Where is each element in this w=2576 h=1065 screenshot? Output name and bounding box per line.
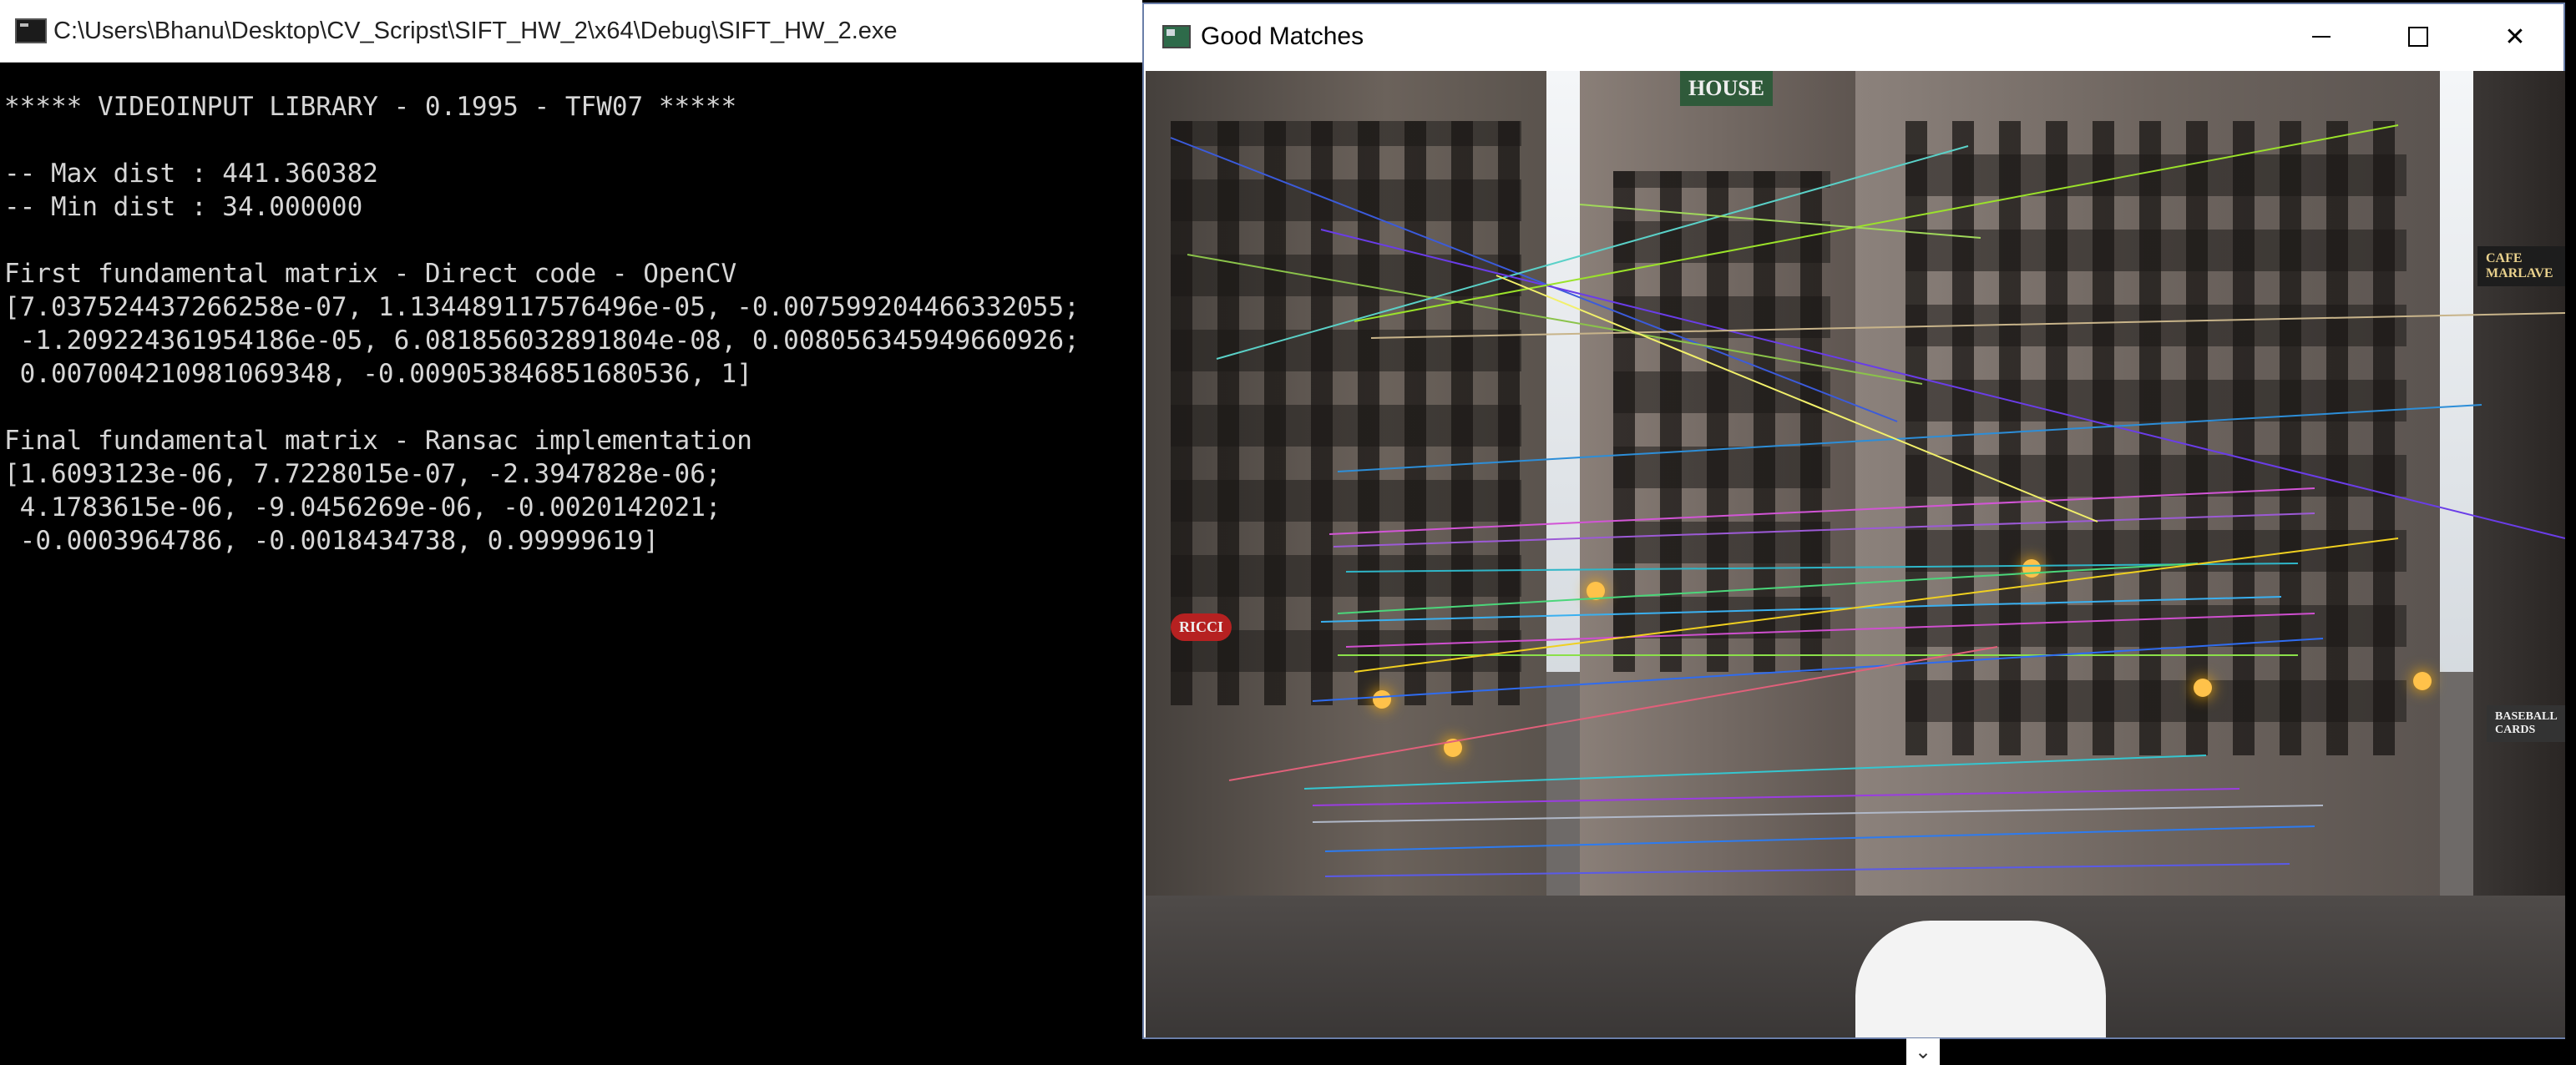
console-line: [7.037524437266258e-07, 1.13448911757649…	[4, 292, 1080, 322]
good-matches-window: Good Matches ✕ HOUSE RICCI CAFE MARLAVE …	[1142, 3, 2565, 1039]
maximize-button[interactable]	[2370, 4, 2467, 69]
good-matches-titlebar[interactable]: Good Matches ✕	[1144, 4, 2563, 69]
console-line: -1.209224361954186e-05, 6.08185603289180…	[4, 326, 1080, 356]
match-line	[1370, 312, 2565, 339]
match-line	[1345, 613, 2315, 648]
console-window: C:\Users\Bhanu\Desktop\CV_Scripst\SIFT_H…	[0, 0, 1142, 1065]
match-line	[1187, 254, 1923, 385]
match-line	[1324, 863, 2290, 877]
window-title: Good Matches	[1201, 23, 1364, 50]
console-app-icon	[15, 18, 47, 43]
minimize-icon	[2312, 36, 2331, 38]
match-line	[1579, 204, 1981, 239]
match-line	[1170, 137, 1898, 422]
maximize-icon	[2408, 27, 2428, 47]
matches-image[interactable]: HOUSE RICCI CAFE MARLAVE BASEBALL CARDS	[1146, 71, 2565, 1037]
match-line	[1312, 805, 2324, 823]
console-line: 4.1783615e-06, -9.0456269e-06, -0.002014…	[4, 492, 721, 522]
close-icon: ✕	[2504, 23, 2526, 51]
console-titlebar[interactable]: C:\Users\Bhanu\Desktop\CV_Scripst\SIFT_H…	[0, 0, 1142, 63]
match-line	[1216, 145, 1969, 360]
match-line	[1354, 538, 2399, 673]
match-line	[1320, 596, 2282, 623]
console-line: 0.007004210981069348, -0.009053846851680…	[4, 359, 752, 389]
match-lines	[1170, 124, 2565, 877]
console-line: ***** VIDEOINPUT LIBRARY - 0.1995 - TFW0…	[4, 92, 737, 122]
console-line: [1.6093123e-06, 7.7228015e-07, -2.394782…	[4, 459, 721, 489]
console-line: -0.0003964786, -0.0018434738, 0.99999619…	[4, 526, 659, 556]
console-line: -- Min dist : 34.000000	[4, 192, 363, 222]
close-button[interactable]: ✕	[2467, 4, 2563, 69]
match-line	[1320, 229, 2565, 539]
match-line	[1328, 487, 2315, 535]
minimize-button[interactable]	[2273, 4, 2370, 69]
match-line	[1312, 638, 2324, 702]
match-line	[1303, 755, 2207, 790]
match-line	[1345, 563, 2299, 573]
console-output: ***** VIDEOINPUT LIBRARY - 0.1995 - TFW0…	[4, 90, 1140, 558]
match-line	[1333, 512, 2315, 548]
match-line	[1312, 788, 2240, 806]
match-line	[1337, 404, 2482, 472]
match-line	[1228, 646, 1998, 781]
chevron-down-icon[interactable]: ⌄	[1906, 1038, 1940, 1065]
console-line: Final fundamental matrix - Ransac implem…	[4, 426, 752, 456]
console-line: -- Max dist : 441.360382	[4, 159, 378, 189]
console-line: First fundamental matrix - Direct code -…	[4, 259, 737, 289]
console-title: C:\Users\Bhanu\Desktop\CV_Scripst\SIFT_H…	[53, 17, 898, 44]
match-line	[1495, 275, 2098, 522]
match-line	[1354, 124, 2399, 322]
match-line	[1324, 825, 2315, 852]
image-window-icon	[1162, 25, 1191, 48]
